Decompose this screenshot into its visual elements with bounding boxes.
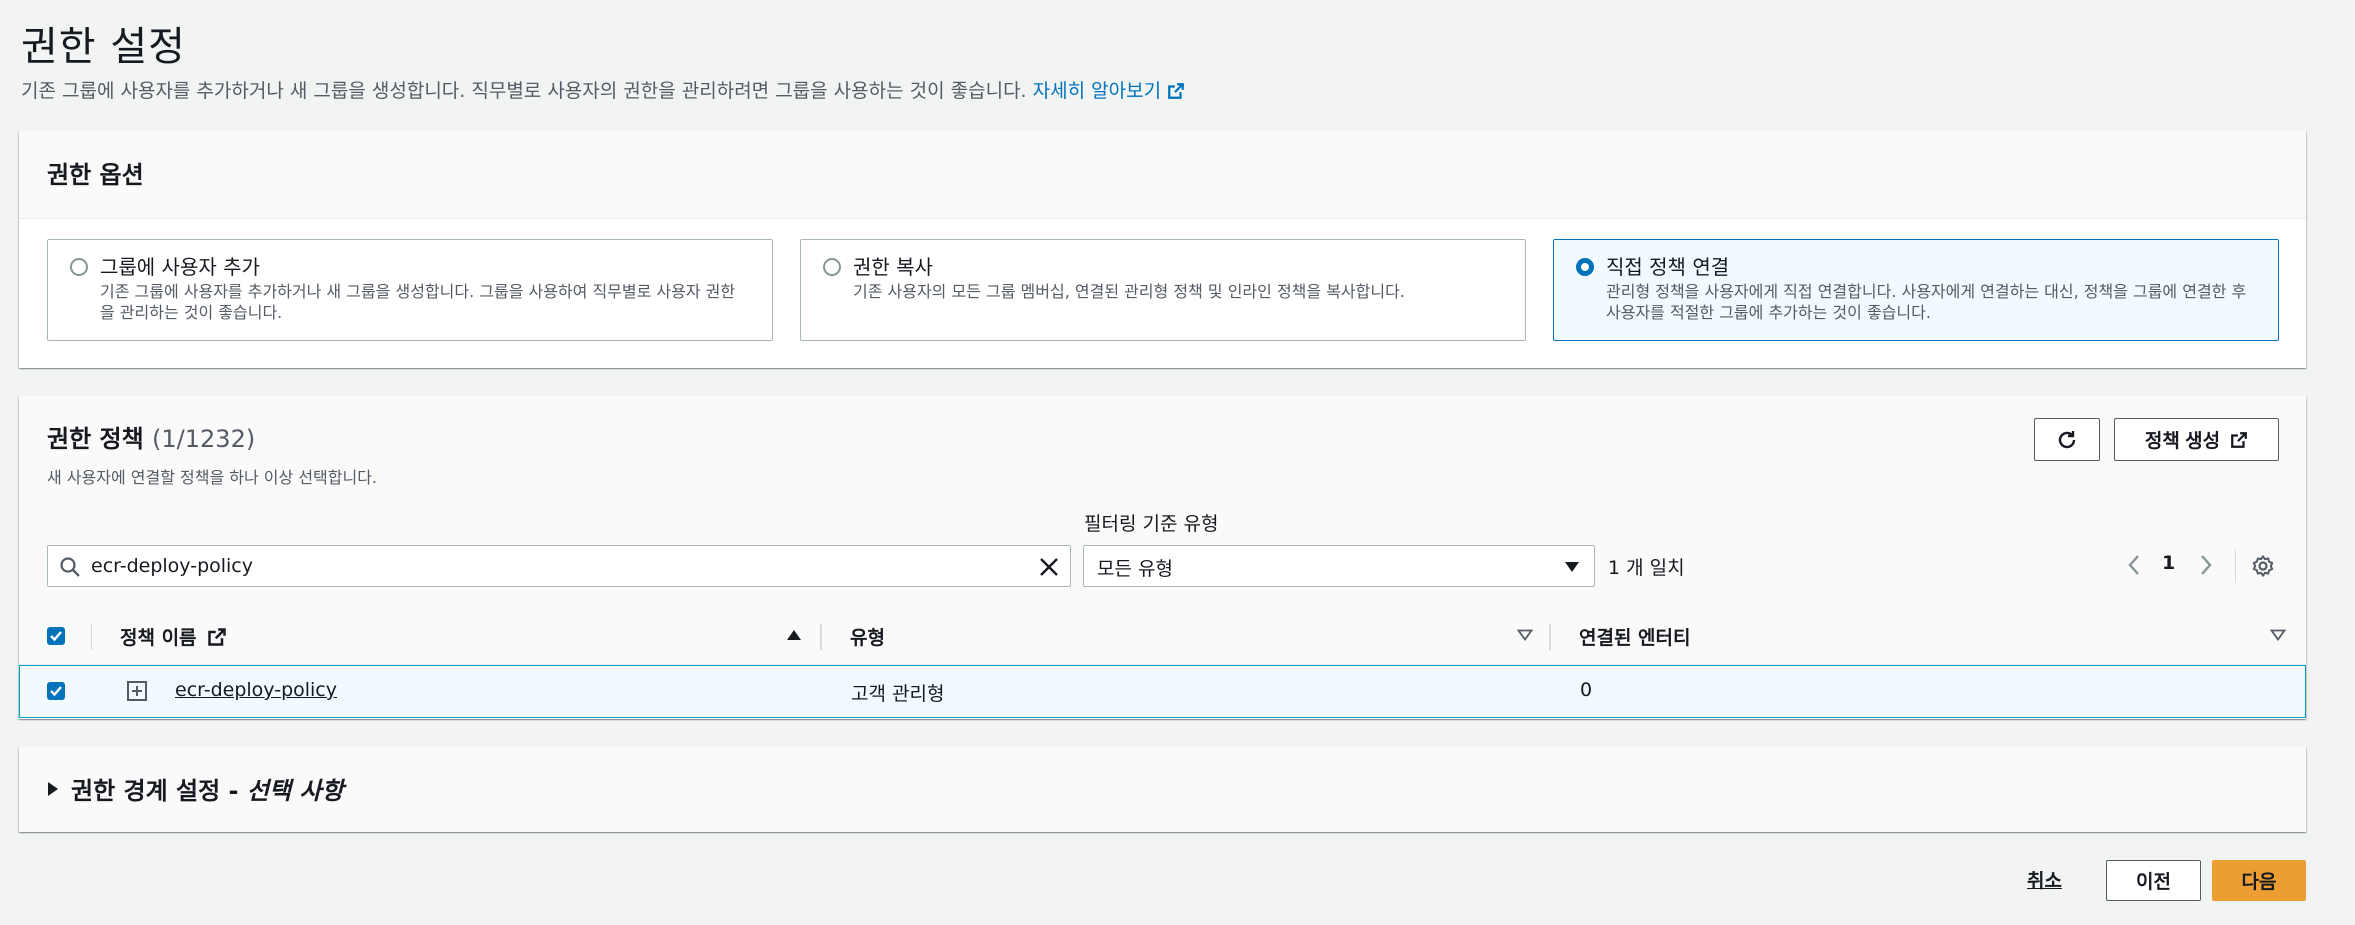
column-header-attached-entities[interactable]: 연결된 엔터티 xyxy=(1579,623,1691,650)
chevron-left-icon[interactable] xyxy=(2125,553,2143,577)
learn-more-link[interactable]: 자세히 알아보기 xyxy=(1033,80,1185,102)
create-policy-button[interactable]: 정책 생성 xyxy=(2114,418,2279,461)
boundary-optional: 선택 사항 xyxy=(246,777,344,805)
column-header-type[interactable]: 유형 xyxy=(850,623,885,650)
page-number[interactable]: 1 xyxy=(2162,552,2175,574)
previous-button[interactable]: 이전 xyxy=(2106,860,2201,901)
sort-icon[interactable] xyxy=(1517,629,1533,641)
policies-count: (1/1232) xyxy=(152,425,256,453)
attached-entities-count: 0 xyxy=(1580,679,1593,701)
column-divider xyxy=(91,624,92,650)
external-link-icon xyxy=(1168,83,1184,99)
column-divider[interactable] xyxy=(820,624,822,650)
permission-boundary-toggle[interactable]: 권한 경계 설정 - 선택 사항 xyxy=(47,771,344,806)
permission-policies-panel: 권한 정책 (1/1232) 새 사용자에 연결할 정책을 하나 이상 선택합니… xyxy=(19,396,2306,719)
column-header-policy-name[interactable]: 정책 이름 xyxy=(120,623,227,650)
policy-table-header: 정책 이름 유형 연결된 엔터티 xyxy=(19,607,2306,665)
policies-title: 권한 정책 (1/1232) xyxy=(47,419,255,454)
row-checkbox[interactable] xyxy=(47,682,65,700)
boundary-title-text: 권한 경계 설정 - xyxy=(71,777,247,805)
policy-search-input[interactable] xyxy=(91,546,1011,586)
page-description: 기존 그룹에 사용자를 추가하거나 새 그룹을 생성합니다. 직무별로 사용자의… xyxy=(21,76,1185,103)
option-label: 그룹에 사용자 추가 xyxy=(100,255,260,279)
page-title: 권한 설정 xyxy=(21,24,186,70)
chevron-right-icon[interactable] xyxy=(2197,553,2215,577)
permission-options-header: 권한 옵션 xyxy=(19,131,2306,219)
check-icon xyxy=(50,686,62,697)
refresh-icon xyxy=(2058,430,2076,448)
policy-name-link[interactable]: ecr-deploy-policy xyxy=(175,679,337,701)
search-icon xyxy=(60,557,80,577)
page-description-text: 기존 그룹에 사용자를 추가하거나 새 그룹을 생성합니다. 직무별로 사용자의… xyxy=(21,80,1027,102)
policies-title-text: 권한 정책 xyxy=(47,425,144,453)
table-row[interactable]: ecr-deploy-policy 고객 관리형 0 xyxy=(19,665,2306,718)
create-policy-label: 정책 생성 xyxy=(2144,431,2221,452)
option-label: 권한 복사 xyxy=(853,255,933,279)
column-divider[interactable] xyxy=(1549,624,1551,650)
column-header-label: 정책 이름 xyxy=(120,627,197,649)
filter-type-select[interactable]: 모든 유형 xyxy=(1083,545,1595,587)
option-copy-permissions[interactable]: 권한 복사 기존 사용자의 모든 그룹 멤버십, 연결된 관리형 정책 및 인라… xyxy=(800,239,1526,341)
option-label: 직접 정책 연결 xyxy=(1606,255,1730,279)
match-count: 1 개 일치 xyxy=(1608,557,1685,579)
sort-icon[interactable] xyxy=(2270,629,2286,641)
permission-boundary-panel[interactable]: 권한 경계 설정 - 선택 사항 xyxy=(19,747,2306,832)
check-icon xyxy=(50,631,62,642)
refresh-button[interactable] xyxy=(2034,418,2100,461)
clear-icon[interactable] xyxy=(1038,556,1060,578)
pager-divider xyxy=(2235,549,2236,583)
external-link-icon xyxy=(208,628,226,646)
gear-icon[interactable] xyxy=(2251,554,2275,578)
next-button[interactable]: 다음 xyxy=(2212,860,2306,901)
option-add-to-group[interactable]: 그룹에 사용자 추가 기존 그룹에 사용자를 추가하거나 새 그룹을 생성합니다… xyxy=(47,239,773,341)
permission-options-title: 권한 옵션 xyxy=(47,161,144,189)
caret-right-icon xyxy=(48,782,58,796)
policies-description: 새 사용자에 연결할 정책을 하나 이상 선택합니다. xyxy=(47,468,378,487)
option-attach-policies[interactable]: 직접 정책 연결 관리형 정책을 사용자에게 직접 연결합니다. 사용자에게 연… xyxy=(1553,239,2279,341)
sort-ascending-icon[interactable] xyxy=(786,629,802,641)
filter-type-value: 모든 유형 xyxy=(1097,558,1173,580)
cancel-button[interactable]: 취소 xyxy=(2027,866,2062,893)
permission-policies-header: 권한 정책 (1/1232) 새 사용자에 연결할 정책을 하나 이상 선택합니… xyxy=(19,396,2306,665)
caret-down-icon xyxy=(1565,562,1579,572)
radio-attach-policies[interactable] xyxy=(1576,258,1594,276)
option-description: 기존 사용자의 모든 그룹 멤버십, 연결된 관리형 정책 및 인라인 정책을 … xyxy=(853,282,1405,301)
policy-type: 고객 관리형 xyxy=(851,683,945,705)
radio-add-to-group[interactable] xyxy=(70,258,88,276)
option-description: 관리형 정책을 사용자에게 직접 연결합니다. 사용자에게 연결하는 대신, 정… xyxy=(1606,282,2247,322)
learn-more-label: 자세히 알아보기 xyxy=(1032,80,1162,102)
external-link-icon xyxy=(2231,431,2247,448)
permission-options-panel: 권한 옵션 그룹에 사용자 추가 기존 그룹에 사용자를 추가하거나 새 그룹을… xyxy=(19,131,2306,368)
select-all-checkbox[interactable] xyxy=(47,627,65,645)
policy-search-box xyxy=(47,545,1071,587)
expand-icon[interactable] xyxy=(126,680,148,702)
radio-copy-permissions[interactable] xyxy=(823,258,841,276)
filter-type-label: 필터링 기준 유형 xyxy=(1084,513,1219,535)
option-description: 기존 그룹에 사용자를 추가하거나 새 그룹을 생성합니다. 그룹을 사용하여 … xyxy=(100,282,736,322)
